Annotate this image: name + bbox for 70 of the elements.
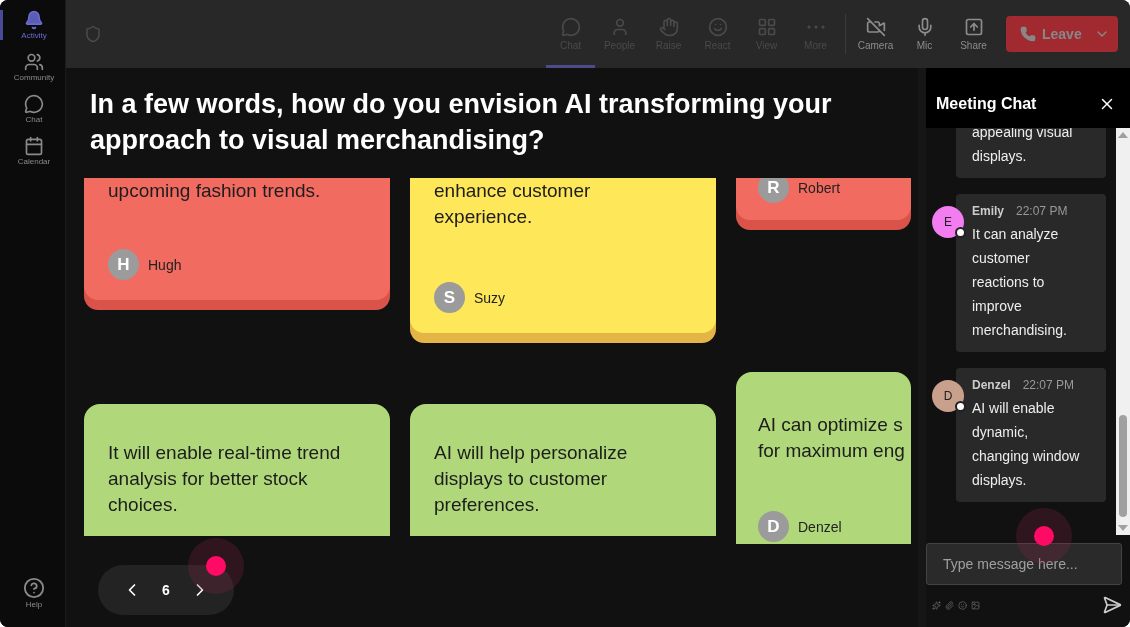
note-text: for maximum eng	[758, 439, 906, 463]
author-name: Denzel	[798, 518, 842, 535]
avatar: D	[758, 511, 789, 542]
sidebar-item[interactable]: Calendar	[0, 136, 66, 166]
sidebar-item[interactable]: Chat	[0, 94, 66, 124]
page-number: 6	[162, 582, 170, 598]
author-name: Robert	[798, 179, 841, 196]
scroll-thumb[interactable]	[1119, 415, 1127, 517]
scrollbar[interactable]	[1116, 128, 1130, 535]
note-text: analysis for better stock	[108, 467, 309, 491]
message-text: changing window	[972, 447, 1081, 466]
question-title: In a few words, how do you envision AI transforming your approach to visual merchandising?	[89, 88, 833, 157]
note-text: choices.	[108, 493, 179, 517]
toolbar-button[interactable]: Mic	[900, 0, 949, 68]
scroll-down-icon[interactable]	[1118, 525, 1128, 531]
calendar-icon	[24, 136, 44, 156]
note-text: AI will help personalize	[434, 441, 629, 465]
message-time: 22:07 PM	[1022, 378, 1075, 392]
avatar: E	[932, 206, 964, 238]
toolbar-button[interactable]: Share	[949, 0, 998, 68]
chat-title: Meeting Chat	[936, 95, 1037, 113]
message-author: Emily	[972, 204, 1004, 218]
message-text: displays.	[972, 471, 1028, 490]
message-text: displays.	[972, 147, 1028, 166]
emoji-icon[interactable]	[958, 600, 967, 610]
help-icon	[23, 577, 45, 599]
camera-off-icon	[865, 17, 886, 37]
avatar: R	[758, 178, 789, 203]
message-author: Denzel	[972, 378, 1011, 392]
shield-icon	[84, 25, 102, 43]
phone-icon	[1020, 26, 1036, 42]
message-text: AI will enable	[972, 399, 1056, 418]
send-icon[interactable]	[1102, 595, 1122, 615]
people-icon	[24, 52, 44, 72]
chat-icon	[24, 94, 44, 114]
attach-icon[interactable]	[945, 600, 954, 610]
scroll-up-icon[interactable]	[1118, 132, 1128, 138]
hand-icon	[658, 17, 679, 37]
message-text: dynamic,	[972, 423, 1030, 442]
image-icon[interactable]	[971, 600, 980, 610]
touch-indicator	[188, 538, 244, 594]
sidebar-item[interactable]: Community	[0, 52, 66, 82]
format-icon[interactable]	[932, 600, 941, 610]
note-text: preferences.	[434, 493, 541, 517]
note-text: enhance customer	[434, 179, 592, 203]
avatar: H	[108, 249, 139, 280]
message-time: 22:07 PM	[1016, 204, 1068, 218]
author-name: Suzy	[474, 289, 506, 306]
bell-icon	[24, 10, 44, 30]
message-text: improve	[972, 297, 1023, 316]
avatar: D	[932, 380, 964, 412]
message-text: reactions to	[972, 273, 1046, 292]
message-text: It can analyze	[972, 225, 1060, 244]
avatar: S	[434, 282, 465, 313]
note-text: AI can optimize s	[758, 413, 904, 437]
help-item[interactable]: Help	[0, 577, 66, 609]
message-input[interactable]: Type message here...	[926, 543, 1122, 585]
chat-icon	[560, 17, 581, 37]
author-name: Hugh	[148, 256, 182, 273]
note-text: displays to customer	[434, 467, 609, 491]
more-icon	[806, 25, 825, 29]
message-text: merchandising.	[972, 321, 1068, 340]
message-text: customer	[972, 249, 1031, 268]
grid-icon	[756, 17, 777, 37]
note-text: experience.	[434, 205, 534, 229]
share-icon	[963, 17, 984, 37]
note-text: upcoming fashion trends.	[108, 179, 322, 203]
smile-icon	[707, 17, 728, 37]
toolbar-button[interactable]: Camera	[851, 0, 900, 68]
note-text: It will enable real-time trend	[108, 441, 342, 465]
